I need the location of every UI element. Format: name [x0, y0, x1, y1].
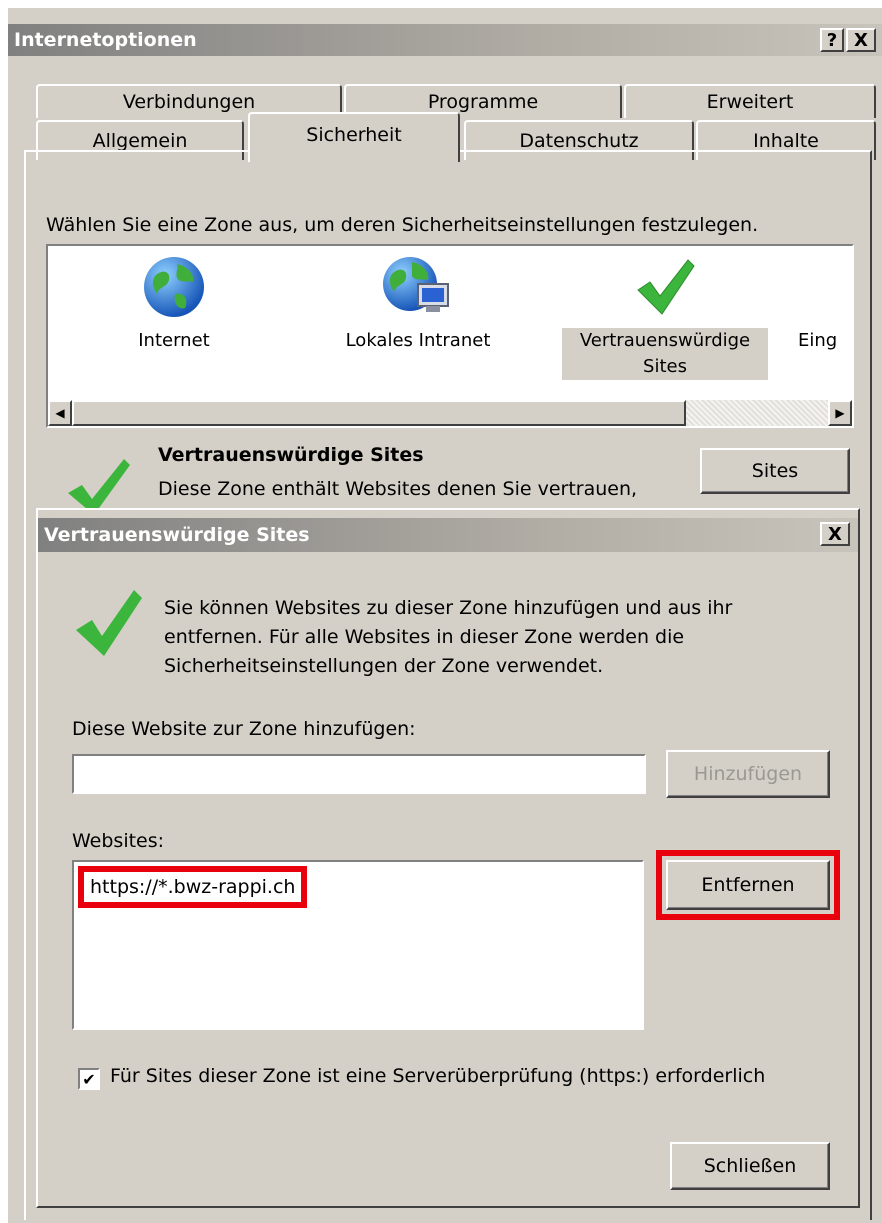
checkmark-icon: [637, 259, 695, 315]
add-website-label: Diese Website zur Zone hinzufügen:: [72, 718, 416, 740]
inner-title-text: Vertrauenswürdige Sites: [44, 524, 310, 546]
help-button[interactable]: ?: [820, 28, 844, 52]
trusted-sites-dialog: Vertrauenswürdige Sites X Sie können Web…: [36, 508, 860, 1208]
websites-label: Websites:: [72, 830, 165, 852]
intro-text: Sie können Websites zu dieser Zone hinzu…: [164, 597, 733, 677]
outer-title-text: Internetoptionen: [14, 29, 197, 51]
https-checkbox-label: Für Sites dieser Zone ist eine Serverübe…: [110, 1065, 766, 1087]
zone-label-intranet: Lokales Intranet: [345, 330, 491, 351]
https-checkbox[interactable]: ✔: [78, 1068, 100, 1090]
zone-trusted-sites[interactable]: Vertrauenswürdige Sites: [562, 246, 768, 380]
scroll-left-icon[interactable]: ◀: [48, 400, 72, 426]
scrollbar-thumb[interactable]: [72, 400, 686, 426]
checkmark-icon: [68, 459, 130, 515]
add-button[interactable]: Hinzufügen: [666, 750, 830, 798]
checkmark-icon: [76, 590, 142, 656]
close-icon[interactable]: X: [820, 522, 850, 546]
restricted-icon: [825, 254, 854, 320]
zone-label-trusted: Vertrauenswürdige Sites: [562, 328, 768, 380]
scroll-right-icon[interactable]: ▶: [828, 400, 852, 426]
tab-erweitert[interactable]: Erweitert: [624, 84, 876, 118]
zone-prompt: Wählen Sie eine Zone aus, um deren Siche…: [46, 214, 759, 236]
list-item[interactable]: https://*.bwz-rappi.ch: [78, 866, 308, 908]
add-website-input[interactable]: [72, 754, 646, 794]
close-button[interactable]: Schließen: [670, 1142, 830, 1190]
outer-titlebar: Internetoptionen: [8, 24, 882, 56]
intranet-icon: [383, 257, 449, 312]
globe-icon: [144, 257, 204, 317]
zone-label-internet: Internet: [138, 330, 210, 351]
websites-list[interactable]: https://*.bwz-rappi.ch: [72, 860, 644, 1030]
zone-description-title: Vertrauenswürdige Sites: [158, 444, 424, 466]
tab-sicherheit[interactable]: Sicherheit: [248, 112, 460, 162]
remove-button[interactable]: Entfernen: [666, 860, 830, 910]
zone-scrollbar[interactable]: ◀ ▶: [48, 400, 852, 426]
zone-list: Internet Lokales Intranet Vertrauenswürd…: [46, 244, 854, 428]
close-icon[interactable]: X: [846, 28, 876, 52]
zone-intranet[interactable]: Lokales Intranet: [318, 246, 518, 354]
zone-label-restricted: Eing: [798, 330, 838, 351]
sites-button[interactable]: Sites: [700, 448, 850, 494]
zone-internet[interactable]: Internet: [104, 246, 244, 354]
zone-description-text: Diese Zone enthält Websites denen Sie ve…: [158, 478, 638, 500]
zone-restricted[interactable]: Eing: [798, 246, 854, 354]
check-icon: ✔: [82, 1069, 96, 1089]
inner-titlebar: Vertrauenswürdige Sites: [38, 518, 858, 552]
